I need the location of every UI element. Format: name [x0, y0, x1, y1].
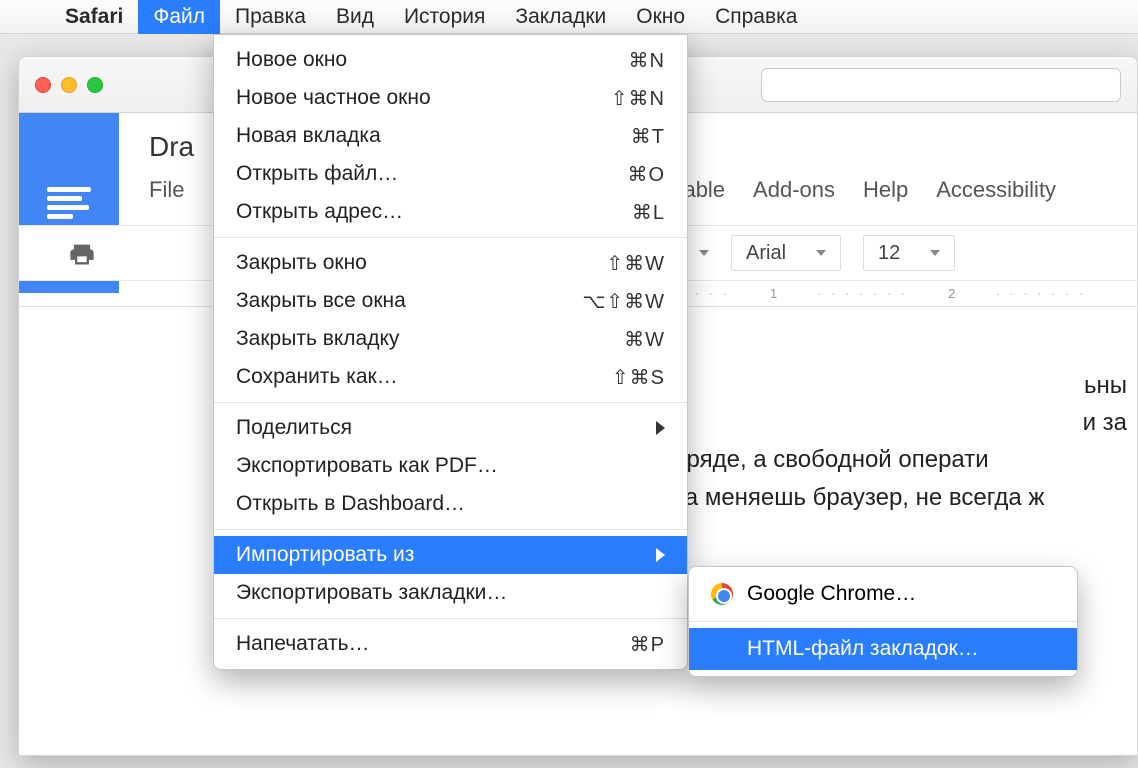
menu-label: Открыть адрес… — [236, 200, 403, 224]
menu-shortcut: ⌘P — [630, 632, 665, 657]
style-dropdown-icon[interactable] — [699, 250, 709, 256]
menu-label: Экспортировать закладки… — [236, 581, 507, 605]
menu-shortcut: ⌘N — [629, 48, 665, 73]
chevron-down-icon — [816, 250, 826, 256]
window-controls — [35, 77, 103, 93]
menu-new-private-window[interactable]: Новое частное окно ⇧⌘N — [214, 79, 687, 117]
menu-shortcut: ⇧⌘N — [611, 86, 665, 111]
menubar-item-view[interactable]: Вид — [321, 0, 389, 34]
menu-shortcut: ⌘T — [631, 124, 665, 149]
close-window-button[interactable] — [35, 77, 51, 93]
menu-label: Импортировать из — [236, 543, 414, 567]
menu-open-dashboard[interactable]: Открыть в Dashboard… — [214, 485, 687, 523]
menu-label: Открыть в Dashboard… — [236, 492, 465, 516]
menu-label: Напечатать… — [236, 632, 370, 656]
submenu-arrow-icon — [656, 421, 665, 435]
submenu-google-chrome[interactable]: Google Chrome… — [689, 573, 1077, 615]
menubar-item-history[interactable]: История — [389, 0, 500, 34]
body-line: и за — [639, 404, 1137, 441]
menu-export-pdf[interactable]: Экспортировать как PDF… — [214, 447, 687, 485]
maximize-window-button[interactable] — [87, 77, 103, 93]
menubar-item-edit[interactable]: Правка — [220, 0, 321, 34]
menubar-app-name[interactable]: Safari — [50, 0, 138, 34]
import-from-submenu: Google Chrome… HTML-файл закладок… — [688, 566, 1078, 677]
print-icon[interactable] — [67, 240, 97, 268]
menu-open-location[interactable]: Открыть адрес… ⌘L — [214, 193, 687, 231]
submenu-label: Google Chrome… — [747, 582, 916, 606]
docs-logo-icon — [47, 187, 91, 219]
menu-label: Открыть файл… — [236, 162, 398, 186]
body-line: ьны — [639, 367, 1137, 404]
menu-share[interactable]: Поделиться — [214, 409, 687, 447]
docs-menu-accessibility[interactable]: Accessibility — [936, 177, 1056, 203]
menubar-item-window[interactable]: Окно — [621, 0, 700, 34]
ruler-tick-2: 2 — [948, 286, 955, 301]
menu-save-as[interactable]: Сохранить как… ⇧⌘S — [214, 358, 687, 396]
chevron-down-icon — [930, 250, 940, 256]
submenu-label: HTML-файл закладок… — [747, 637, 979, 661]
menu-label: Поделиться — [236, 416, 352, 440]
submenu-html-bookmarks[interactable]: HTML-файл закладок… — [689, 628, 1077, 670]
menu-shortcut: ⇧⌘W — [606, 251, 665, 276]
menu-new-tab[interactable]: Новая вкладка ⌘T — [214, 117, 687, 155]
menubar-item-file[interactable]: Файл — [138, 0, 220, 34]
file-menu-dropdown: Новое окно ⌘N Новое частное окно ⇧⌘N Нов… — [213, 34, 688, 670]
mac-menubar: Safari Файл Правка Вид История Закладки … — [0, 0, 1138, 34]
docs-menu-addons[interactable]: Add-ons — [753, 177, 835, 203]
font-size-selector[interactable]: 12 — [863, 235, 955, 271]
menu-close-window[interactable]: Закрыть окно ⇧⌘W — [214, 244, 687, 282]
menu-separator — [689, 621, 1077, 622]
menu-label: Закрыть вкладку — [236, 327, 399, 351]
menu-label: Экспортировать как PDF… — [236, 454, 498, 478]
font-name: Arial — [746, 242, 786, 265]
submenu-arrow-icon — [656, 548, 665, 562]
body-line: когда меняешь браузер, не всегда ж — [639, 479, 1137, 516]
docs-menu-help[interactable]: Help — [863, 177, 908, 203]
menu-close-tab[interactable]: Закрыть вкладку ⌘W — [214, 320, 687, 358]
chrome-icon — [711, 583, 733, 605]
menu-export-bookmarks[interactable]: Экспортировать закладки… — [214, 574, 687, 612]
menubar-item-bookmarks[interactable]: Закладки — [500, 0, 621, 34]
menu-label: Закрыть все окна — [236, 289, 406, 313]
body-line: м заряде, а свободной операти — [639, 441, 1137, 478]
menu-separator — [214, 402, 687, 403]
url-bar[interactable] — [761, 68, 1121, 102]
menu-label: Новое окно — [236, 48, 347, 72]
minimize-window-button[interactable] — [61, 77, 77, 93]
menubar-item-help[interactable]: Справка — [700, 0, 812, 34]
menu-import-from[interactable]: Импортировать из — [214, 536, 687, 574]
menu-shortcut: ⌘W — [624, 327, 665, 352]
menu-separator — [214, 237, 687, 238]
menu-open-file[interactable]: Открыть файл… ⌘O — [214, 155, 687, 193]
menu-new-window[interactable]: Новое окно ⌘N — [214, 41, 687, 79]
menu-shortcut: ⌘L — [632, 200, 665, 225]
menu-label: Закрыть окно — [236, 251, 367, 275]
menu-separator — [214, 529, 687, 530]
menu-shortcut: ⌘O — [627, 162, 665, 187]
menu-separator — [214, 618, 687, 619]
font-size: 12 — [878, 242, 900, 265]
menu-label: Новое частное окно — [236, 86, 431, 110]
font-selector[interactable]: Arial — [731, 235, 841, 271]
menu-label: Сохранить как… — [236, 365, 398, 389]
menu-label: Новая вкладка — [236, 124, 381, 148]
menu-close-all-windows[interactable]: Закрыть все окна ⌥⇧⌘W — [214, 282, 687, 320]
docs-menu-file[interactable]: File — [149, 177, 184, 203]
menu-shortcut: ⌥⇧⌘W — [582, 289, 665, 314]
menu-shortcut: ⇧⌘S — [612, 365, 665, 390]
ruler-tick-1: 1 — [770, 286, 777, 301]
menu-print[interactable]: Напечатать… ⌘P — [214, 625, 687, 663]
